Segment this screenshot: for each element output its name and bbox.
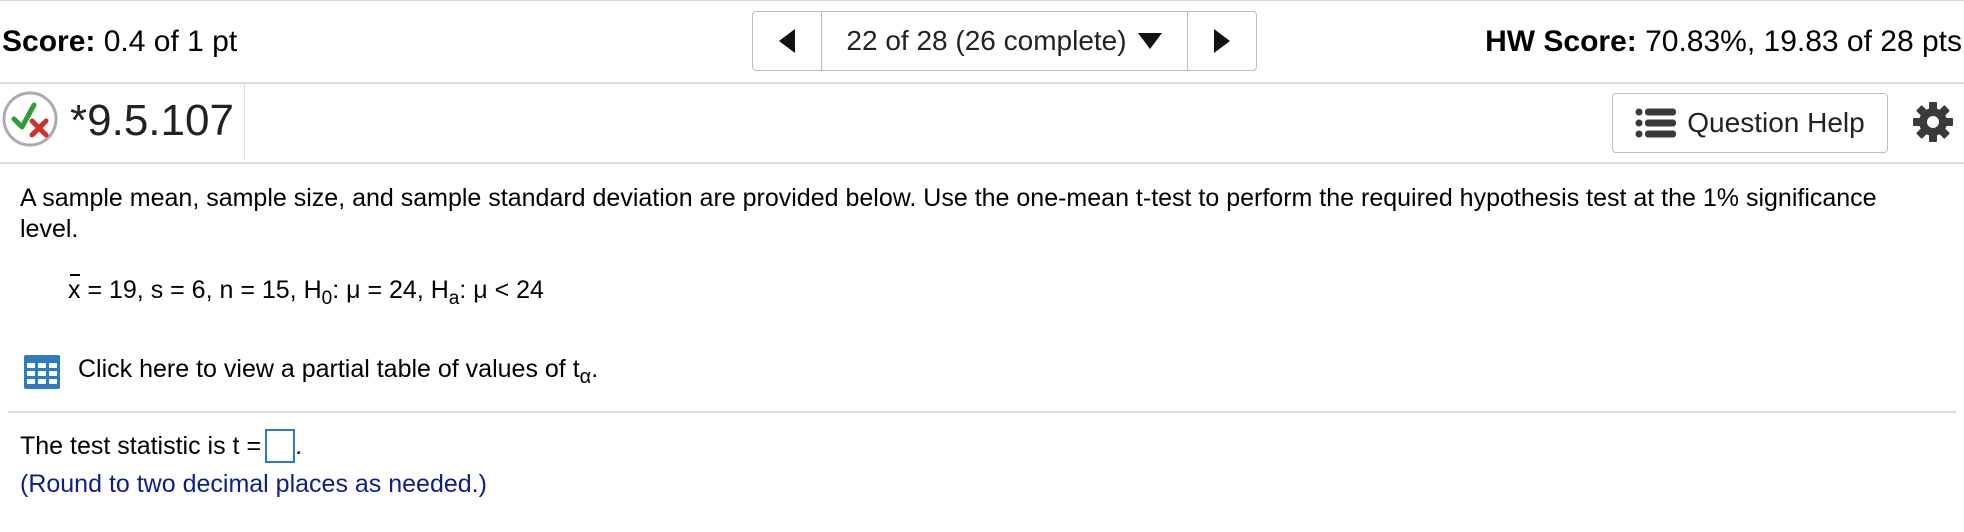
answer-prefix: The test statistic is t = xyxy=(20,431,262,460)
t-table-link-suffix: . xyxy=(591,355,599,383)
formula-part-1: = 19, s = 6, n = 15, H xyxy=(80,276,322,304)
triangle-left-icon xyxy=(779,29,795,53)
gear-icon[interactable] xyxy=(1912,101,1954,143)
question-selector-label: 22 of 28 (26 complete) xyxy=(846,25,1127,56)
question-number: *9.5.107 xyxy=(70,96,234,145)
section-divider xyxy=(8,411,1956,413)
t-table-link[interactable]: Click here to view a partial table of va… xyxy=(24,355,598,389)
rounding-note: (Round to two decimal places as needed.) xyxy=(20,470,487,498)
header-divider xyxy=(244,84,245,160)
question-selector-dropdown[interactable]: 22 of 28 (26 complete) xyxy=(822,12,1187,70)
alternative-hypothesis-subscript: a xyxy=(448,288,460,309)
answer-suffix: . xyxy=(295,431,303,460)
formula-part-3: : μ < 24 xyxy=(459,276,544,304)
hw-score: HW Score: 70.83%, 19.83 of 28 pts xyxy=(1485,25,1962,59)
sample-mean-symbol: x xyxy=(68,274,81,304)
score-value: 0.4 of 1 pt xyxy=(103,25,238,58)
next-question-button[interactable] xyxy=(1187,12,1256,70)
answer-row: The test statistic is t = . xyxy=(20,429,302,463)
previous-question-button[interactable] xyxy=(753,12,822,70)
hw-score-value: 70.83%, 19.83 of 28 pts xyxy=(1645,25,1962,58)
score: Score: 0.4 of 1 pt xyxy=(2,25,237,59)
table-icon xyxy=(24,355,60,389)
hw-score-label: HW Score: xyxy=(1485,25,1637,58)
question-header: *9.5.107 Question Help xyxy=(0,84,1964,164)
question-navigator: 22 of 28 (26 complete) xyxy=(752,11,1257,71)
null-hypothesis-subscript: 0 xyxy=(321,288,333,309)
test-statistic-input[interactable] xyxy=(265,429,296,463)
partial-credit-icon xyxy=(2,91,58,147)
caret-down-icon xyxy=(1137,33,1162,49)
question-help-button[interactable]: Question Help xyxy=(1612,93,1888,153)
score-label: Score: xyxy=(2,25,96,58)
t-table-link-label: Click here to view a partial table of va… xyxy=(78,355,580,383)
t-alpha-subscript: α xyxy=(579,366,592,388)
score-bar: Score: 0.4 of 1 pt 22 of 28 (26 complete… xyxy=(0,0,1964,84)
t-table-link-text: Click here to view a partial table of va… xyxy=(78,355,598,389)
given-values: x = 19, s = 6, n = 15, H0: μ = 24, Ha: μ… xyxy=(68,274,544,310)
problem-instructions: A sample mean, sample size, and sample s… xyxy=(20,184,1877,243)
triangle-right-icon xyxy=(1214,29,1230,53)
formula-part-2: : μ = 24, H xyxy=(332,276,449,304)
question-help-label: Question Help xyxy=(1687,107,1865,138)
list-icon xyxy=(1635,108,1677,138)
